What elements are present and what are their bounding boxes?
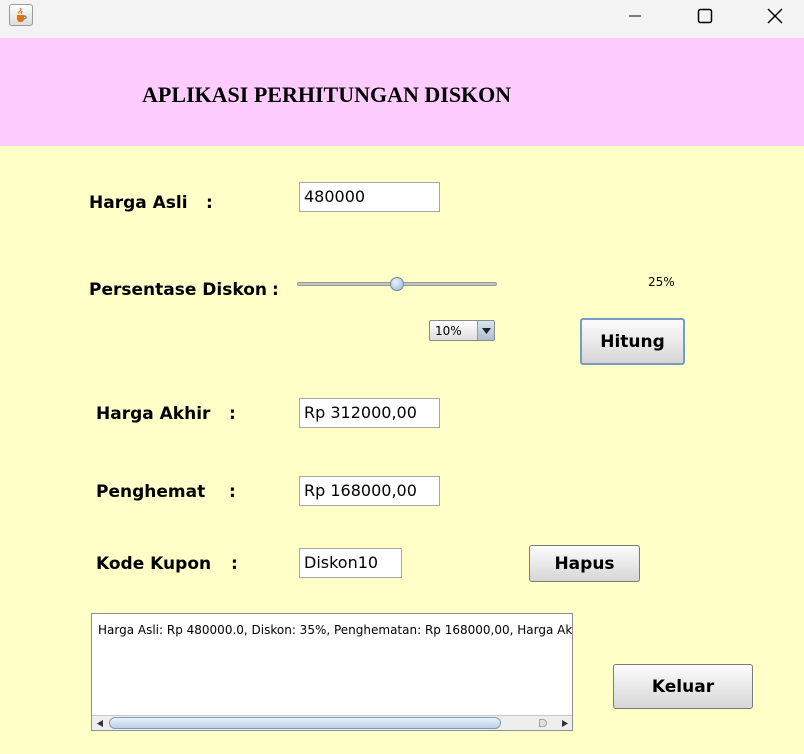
harga-akhir-colon: : [229, 404, 236, 424]
harga-akhir-field[interactable]: Rp 312000,00 [299, 398, 440, 428]
output-textarea[interactable]: Harga Asli: Rp 480000.0, Diskon: 35%, Pe… [91, 613, 573, 731]
maximize-icon [697, 8, 713, 24]
diskon-combobox[interactable]: 10% [429, 320, 495, 341]
penghemat-label: Penghemat [96, 482, 206, 502]
harga-asli-input[interactable]: 480000 [299, 182, 440, 212]
maximize-button[interactable] [682, 0, 728, 32]
combobox-selected-value: 10% [435, 324, 462, 338]
hitung-button[interactable]: Hitung [580, 318, 685, 365]
kode-kupon-input[interactable]: Diskon10 [299, 548, 402, 578]
hapus-button[interactable]: Hapus [529, 545, 640, 582]
close-icon [767, 8, 783, 24]
penghemat-colon: : [229, 482, 236, 502]
persentase-diskon-colon: : [272, 280, 279, 300]
header-panel: APLIKASI PERHITUNGAN DISKON [0, 38, 804, 146]
keluar-button[interactable]: Keluar [613, 664, 753, 709]
scroll-track-end [539, 719, 547, 727]
diskon-slider[interactable] [297, 274, 497, 294]
close-button[interactable] [752, 0, 798, 32]
scroll-right-icon[interactable] [557, 716, 572, 730]
minimize-icon [629, 15, 641, 17]
app-title: APLIKASI PERHITUNGAN DISKON [142, 82, 512, 107]
chevron-down-icon[interactable] [477, 321, 494, 340]
slider-value-label: 25% [648, 275, 675, 289]
harga-asli-label: Harga Asli [89, 193, 188, 213]
scroll-thumb[interactable] [109, 717, 501, 729]
harga-akhir-label: Harga Akhir [96, 404, 211, 424]
persentase-diskon-label: Persentase Diskon [89, 280, 267, 300]
penghemat-field[interactable]: Rp 168000,00 [299, 476, 440, 506]
kode-kupon-label: Kode Kupon [96, 554, 212, 574]
java-cup-icon [9, 4, 33, 26]
minimize-button[interactable] [612, 0, 658, 32]
kode-kupon-colon: : [231, 554, 238, 574]
window-titlebar [0, 0, 804, 38]
harga-asli-colon: : [206, 193, 213, 213]
horizontal-scrollbar[interactable] [92, 715, 572, 730]
slider-thumb[interactable] [390, 277, 404, 291]
output-text: Harga Asli: Rp 480000.0, Diskon: 35%, Pe… [98, 623, 573, 637]
scroll-left-icon[interactable] [92, 716, 107, 730]
